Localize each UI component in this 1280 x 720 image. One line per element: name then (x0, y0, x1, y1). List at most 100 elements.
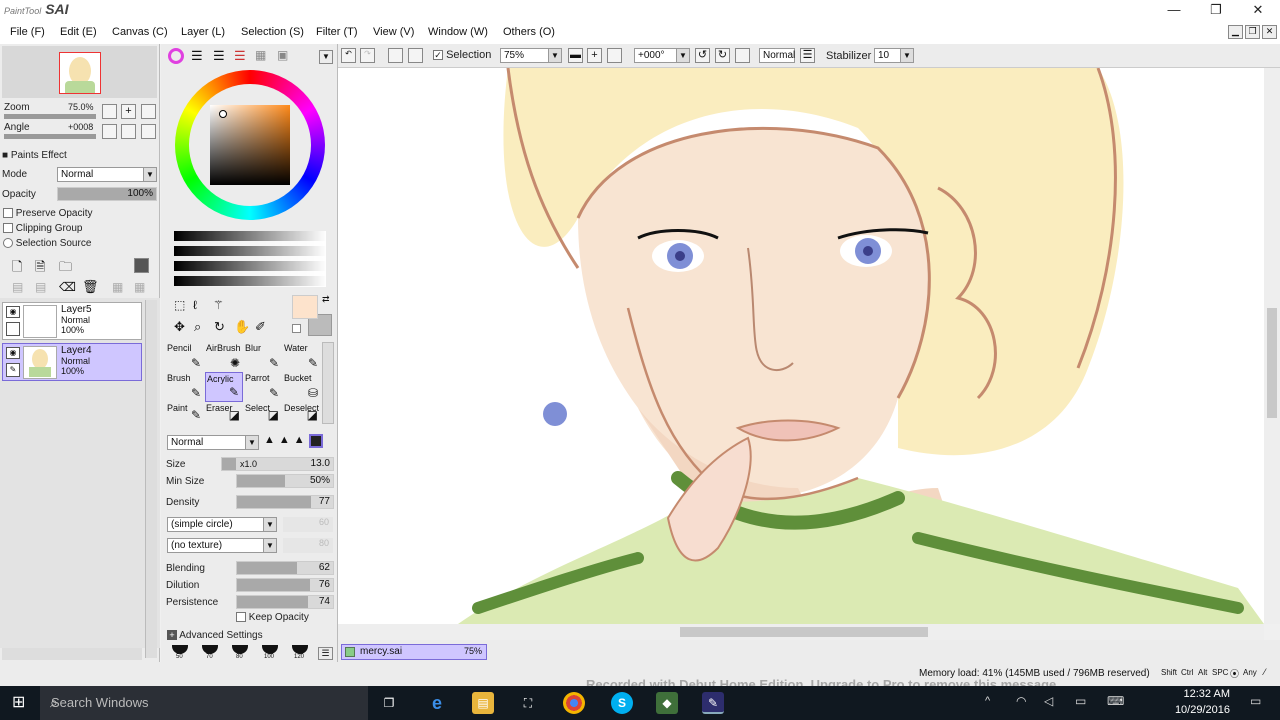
view-mode-select[interactable]: Normal (759, 48, 795, 63)
tool-brush[interactable]: Brush ✎ (166, 372, 204, 402)
eye-icon[interactable]: ◉ (6, 347, 20, 359)
persistence-bar[interactable]: 74 (236, 595, 334, 609)
close-button[interactable]: ✕ (1236, 0, 1280, 22)
color-wheel[interactable] (175, 70, 325, 220)
selection-source-checkbox[interactable]: Selection Source (3, 238, 91, 249)
rotate-reset-icon[interactable] (735, 48, 750, 63)
taskbar-search[interactable]: ⌕ Search Windows (40, 686, 368, 720)
hsv-slider-icon[interactable]: ☰ (213, 48, 225, 64)
apply-mask-icon[interactable]: ▦ (112, 280, 123, 294)
size-preset-dot[interactable] (172, 645, 188, 654)
menu-edit[interactable]: Edit (E) (60, 26, 97, 38)
menu-view[interactable]: View (V) (373, 26, 414, 38)
menu-layer[interactable]: Layer (L) (181, 26, 225, 38)
zoom-in-button[interactable]: + (121, 104, 136, 119)
brush-texture-select[interactable]: (no texture) ▼ (167, 538, 277, 553)
horizontal-scrollbar[interactable] (338, 624, 1264, 640)
delete-layer-icon[interactable]: 🗑 (82, 279, 99, 295)
scratchpad-icon[interactable]: ▣ (277, 48, 288, 62)
density-bar[interactable]: 77 (236, 495, 334, 509)
selection-toggle[interactable]: ✓ Selection (433, 49, 491, 61)
size-bar[interactable]: x1.0 13.0 (221, 457, 334, 471)
paints-effect-header[interactable]: ■ Paints Effect (2, 150, 67, 161)
opacity-bar[interactable]: 100% (57, 187, 157, 201)
dilution-bar[interactable]: 76 (236, 578, 334, 592)
preserve-opacity-checkbox[interactable]: Preserve Opacity (3, 208, 92, 219)
tool-airbrush[interactable]: AirBrush ✺ (205, 342, 243, 372)
rotate-right-button[interactable] (121, 124, 136, 139)
menu-filter[interactable]: Filter (T) (316, 26, 358, 38)
gradient-slider-icon[interactable]: ☰ (234, 48, 246, 64)
rotate-reset-button[interactable] (141, 124, 156, 139)
clock-time[interactable]: 12:32 AM (1172, 688, 1230, 700)
size-preset-dot[interactable] (232, 645, 248, 654)
swap-colors-icon[interactable]: ⇄ (322, 294, 330, 305)
new-folder-icon[interactable]: 🗀 (59, 258, 72, 280)
layer-item[interactable]: ◉ Layer5 Normal 100% (2, 302, 142, 340)
tool-acrylic[interactable]: Acrylic ✎ (205, 372, 243, 402)
stabilizer-select[interactable]: 10 ▼ (874, 48, 914, 63)
lasso-tool-icon[interactable]: ℓ (193, 298, 197, 312)
tool-paint[interactable]: Paint ✎ (166, 402, 204, 424)
eye-icon[interactable]: ◉ (6, 306, 20, 318)
menu-file[interactable]: File (F) (10, 26, 45, 38)
brush-edge-selector[interactable]: ▲▲▲ (264, 434, 332, 451)
zoom-fit-icon[interactable] (607, 48, 622, 63)
menu-others[interactable]: Others (O) (503, 26, 555, 38)
mdi-restore-button[interactable]: ❐ (1245, 25, 1260, 39)
mdi-minimize-button[interactable]: ▁ (1228, 25, 1243, 39)
primary-color-swatch[interactable] (292, 295, 318, 319)
angle-select[interactable]: +000° ▼ (634, 48, 690, 63)
tool-bucket[interactable]: Bucket ⛁ (283, 372, 321, 402)
mode-select[interactable]: Normal ▼ (57, 167, 157, 182)
color-wheel-icon[interactable] (168, 48, 184, 64)
swatches-icon[interactable]: ▦ (255, 48, 266, 62)
task-view-icon[interactable]: ❐ (378, 692, 400, 714)
undo-icon[interactable]: ↶ (341, 48, 356, 63)
document-tab[interactable]: mercy.sai 75% (341, 644, 487, 660)
color-picker-handle[interactable] (219, 110, 227, 118)
navigator-preview[interactable] (2, 46, 157, 98)
lock-icon[interactable] (6, 322, 20, 336)
layer-list-hscrollbar[interactable] (2, 648, 142, 660)
brush-blend-select[interactable]: Normal ▼ (167, 435, 259, 450)
blending-bar[interactable]: 62 (236, 561, 334, 575)
layer-list-scrollbar[interactable] (145, 300, 157, 658)
notifications-icon[interactable]: ▭ (1250, 694, 1261, 708)
eyedropper-icon[interactable]: ✐ (255, 319, 266, 335)
transparent-color-icon[interactable] (292, 324, 301, 333)
hand-tool-icon[interactable]: ✋ (234, 319, 250, 335)
zoom-out-button[interactable] (102, 104, 117, 119)
vertical-scroll-thumb[interactable] (1267, 308, 1277, 418)
rotate-cw-icon[interactable]: ↻ (715, 48, 730, 63)
move-tool-icon[interactable]: ✥ (174, 319, 185, 335)
min-size-bar[interactable]: 50% (236, 474, 334, 488)
tool-deselect[interactable]: Deselect ◪ (283, 402, 321, 424)
zoom-out-icon[interactable]: ▬ (568, 48, 583, 63)
tool-parrot[interactable]: Parrot ✎ (244, 372, 282, 402)
new-linework-layer-icon[interactable]: 🗎 (35, 258, 45, 280)
panel-menu-icon[interactable]: ▼ (319, 50, 333, 64)
mdi-close-button[interactable]: ✕ (1262, 25, 1277, 39)
brush-shape-select[interactable]: (simple circle) ▼ (167, 517, 277, 532)
delete-mask-icon[interactable]: ▦ (134, 280, 145, 294)
invert-selection-icon[interactable] (408, 48, 423, 63)
angle-slider[interactable] (4, 134, 96, 139)
magic-wand-icon[interactable]: ⚚ (213, 298, 224, 312)
keep-opacity-checkbox[interactable]: Keep Opacity (236, 612, 309, 623)
clipping-group-checkbox[interactable]: Clipping Group (3, 223, 83, 234)
windows-start-icon[interactable]: ⊞ (12, 694, 29, 711)
rgb-slider-icon[interactable]: ☰ (191, 48, 203, 64)
new-layer-icon[interactable]: 🗋 (12, 258, 22, 280)
painttool-sai-icon[interactable]: ✎ (702, 692, 724, 714)
menu-selection[interactable]: Selection (S) (241, 26, 304, 38)
rotate-tool-icon[interactable]: ↻ (214, 319, 225, 335)
zoom-reset-button[interactable] (141, 104, 156, 119)
zoom-in-icon[interactable]: + (587, 48, 602, 63)
clock-date[interactable]: 10/29/2016 (1166, 704, 1230, 716)
presets-menu-icon[interactable]: ☰ (318, 647, 333, 660)
vertical-scrollbar[interactable] (1264, 68, 1280, 624)
menu-canvas[interactable]: Canvas (C) (112, 26, 168, 38)
deselect-icon[interactable] (388, 48, 403, 63)
store-icon[interactable]: ⛶ (517, 692, 539, 714)
